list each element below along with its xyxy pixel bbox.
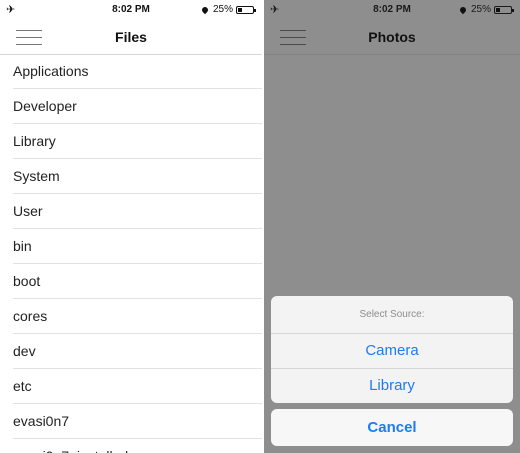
file-list-item[interactable]: etc [13,369,262,404]
page-title: Files [115,29,147,45]
file-list-item[interactable]: evasi0n7_installed [13,439,262,453]
file-list: Applications Developer Library System Us… [0,54,262,453]
battery-percent: 25% [470,4,491,15]
action-sheet-title: Select Source: [271,296,513,334]
status-bar: ✈ 8:02 PM 25% [264,0,520,20]
file-list-item[interactable]: boot [13,264,262,299]
file-list-item[interactable]: Applications [13,54,262,89]
files-screen: ✈ 8:02 PM 25% Files Applications Develop… [0,0,262,453]
photos-screen: ✈ 8:02 PM 25% Photos Select Source: Came… [264,0,520,453]
page-title: Photos [368,29,416,45]
location-icon [458,5,468,14]
cancel-button[interactable]: Cancel [271,409,513,446]
file-list-item[interactable]: User [13,194,262,229]
file-list-item[interactable]: evasi0n7 [13,404,262,439]
file-list-item[interactable]: cores [13,299,262,334]
battery-icon [494,5,514,14]
status-right: 25% [200,4,256,15]
status-bar: ✈ 8:02 PM 25% [0,0,262,20]
navigation-bar: Photos [264,20,520,55]
navigation-bar: Files [0,20,262,55]
file-list-item[interactable]: Library [13,124,262,159]
library-button[interactable]: Library [271,369,513,403]
status-right: 25% [458,4,514,15]
file-list-item[interactable]: Developer [13,89,262,124]
action-sheet: Select Source: Camera Library [271,296,513,403]
location-icon [200,5,210,14]
camera-button[interactable]: Camera [271,334,513,369]
battery-icon [236,5,256,14]
file-list-item[interactable]: System [13,159,262,194]
file-list-item[interactable]: bin [13,229,262,264]
file-list-item[interactable]: dev [13,334,262,369]
battery-percent: 25% [212,4,233,15]
